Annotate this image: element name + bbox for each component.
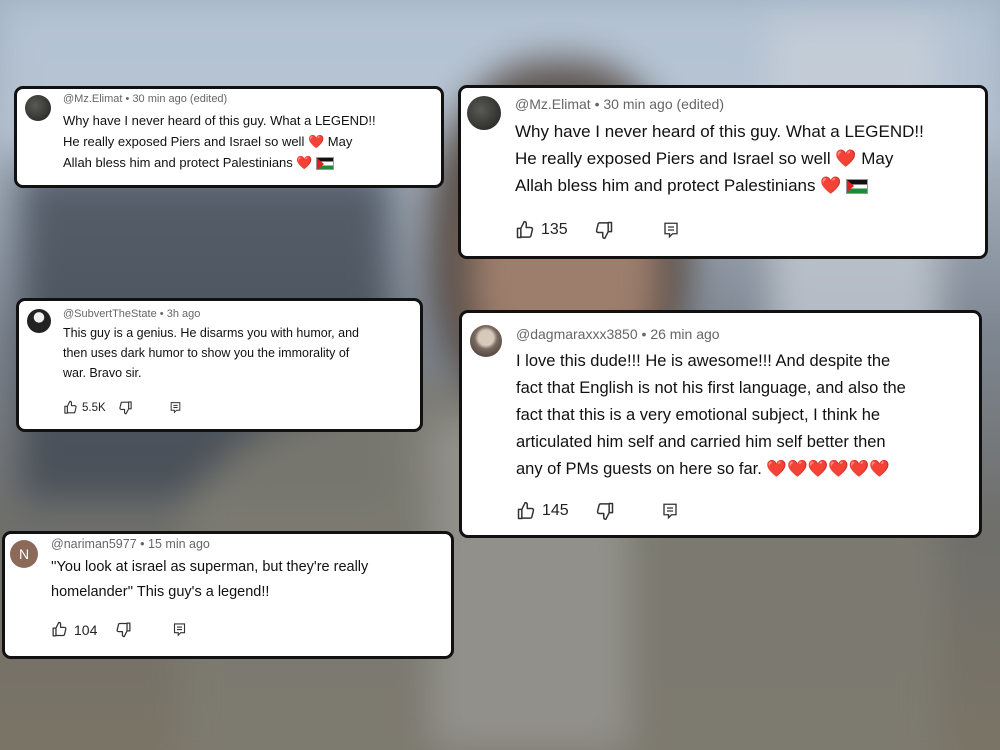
meta-separator: • — [140, 537, 145, 551]
comment-time: 30 min ago (edited) — [132, 93, 228, 105]
comment-card-dagmaraxxx3850: @dagmaraxxx3850 • 26 min ago I love this… — [459, 310, 982, 538]
comment-author[interactable]: @Mz.Elimat — [63, 93, 122, 105]
thumbs-down-icon[interactable] — [115, 621, 132, 638]
comment-actions: 104 — [51, 621, 187, 638]
heart-emoji: ❤️ — [786, 460, 808, 478]
thumbs-up-icon[interactable] — [63, 400, 78, 415]
meta-separator: • — [125, 93, 130, 105]
thumbs-down-icon[interactable] — [595, 501, 615, 521]
thumbs-up-icon[interactable] — [516, 501, 536, 521]
comment-time: 15 min ago — [148, 537, 210, 551]
comment-card-mz-elimat-small: @Mz.Elimat • 30 min ago (edited) Why hav… — [14, 86, 444, 188]
avatar[interactable] — [467, 96, 501, 130]
comment-time: 26 min ago — [650, 326, 720, 342]
meta-separator: • — [594, 96, 600, 112]
like-count: 104 — [74, 621, 98, 638]
heart-emoji: ❤️ — [820, 176, 842, 195]
heart-emoji: ❤️ — [307, 134, 325, 149]
comment-author[interactable]: @nariman5977 — [51, 537, 137, 551]
heart-emoji: ❤️ — [869, 460, 890, 478]
avatar[interactable] — [25, 95, 51, 121]
avatar[interactable] — [27, 309, 51, 333]
meta-separator: • — [641, 326, 647, 342]
comment-body: ''You look at israel as superman, but th… — [51, 559, 369, 600]
avatar[interactable] — [470, 325, 502, 357]
comment-time: 3h ago — [166, 308, 201, 320]
heart-emoji: ❤️ — [848, 460, 870, 478]
comment-actions: 135 — [515, 220, 680, 240]
thumbs-up-icon[interactable] — [51, 621, 68, 638]
palestine-flag-icon — [846, 179, 869, 195]
comment-body: Why have I never heard of this guy. What… — [515, 122, 924, 195]
comment-author[interactable]: @Mz.Elimat — [515, 96, 591, 112]
thumbs-down-icon[interactable] — [118, 400, 133, 415]
comment-body: Why have I never heard of this guy. What… — [63, 113, 376, 171]
heart-emoji: ❤️ — [807, 460, 829, 478]
avatar[interactable]: N — [10, 540, 38, 568]
meta-separator: • — [159, 308, 164, 320]
comment-card-subvertthestate: @SubvertTheState • 3h ago This guy is a … — [16, 298, 423, 432]
heart-emoji: ❤️ — [828, 460, 849, 478]
reply-comment-icon[interactable] — [172, 622, 187, 637]
reply-comment-icon[interactable] — [662, 221, 680, 239]
comment-body: I love this dude!!! He is awesome!!! And… — [516, 352, 906, 478]
comment-card-mz-elimat-large: @Mz.Elimat • 30 min ago (edited) Why hav… — [458, 85, 988, 259]
heart-emoji: ❤️ — [766, 460, 787, 478]
comment-author[interactable]: @dagmaraxxx3850 — [516, 326, 638, 342]
reply-comment-icon[interactable] — [661, 502, 679, 520]
comment-actions: 145 — [516, 501, 679, 521]
comment-time: 30 min ago (edited) — [603, 96, 724, 112]
comment-author[interactable]: @SubvertTheState — [63, 308, 157, 320]
heart-emoji: ❤️ — [296, 155, 313, 170]
comment-card-nariman5977: N @nariman5977 • 15 min ago ''You look a… — [2, 531, 454, 659]
avatar-letter: N — [18, 546, 30, 562]
thumbs-down-icon[interactable] — [594, 220, 614, 240]
comment-actions: 5.5K — [63, 400, 182, 415]
reply-comment-icon[interactable] — [169, 401, 182, 414]
like-count: 145 — [542, 502, 569, 519]
heart-emoji: ❤️ — [835, 149, 857, 168]
like-count: 5.5K — [82, 401, 106, 414]
thumbs-up-icon[interactable] — [515, 220, 535, 240]
palestine-flag-icon — [316, 157, 335, 171]
like-count: 135 — [541, 221, 568, 238]
comment-body: This guy is a genius. He disarms you wit… — [63, 326, 359, 380]
